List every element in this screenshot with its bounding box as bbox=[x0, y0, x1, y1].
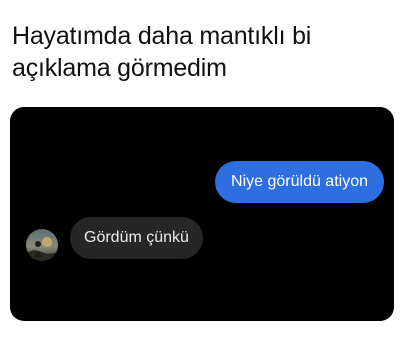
chat-screenshot: Niye görüldü atiyon Gördüm çünkü bbox=[10, 107, 394, 321]
meme-caption: Hayatımda daha mantıklı bi açıklama görm… bbox=[12, 22, 312, 82]
avatar[interactable] bbox=[26, 229, 58, 261]
sent-message-bubble: Niye görüldü atiyon bbox=[215, 161, 384, 203]
profile-photo-avatar-icon bbox=[26, 229, 58, 261]
received-message-row: Gördüm çünkü bbox=[26, 217, 203, 261]
received-message-bubble: Gördüm çünkü bbox=[70, 217, 203, 259]
